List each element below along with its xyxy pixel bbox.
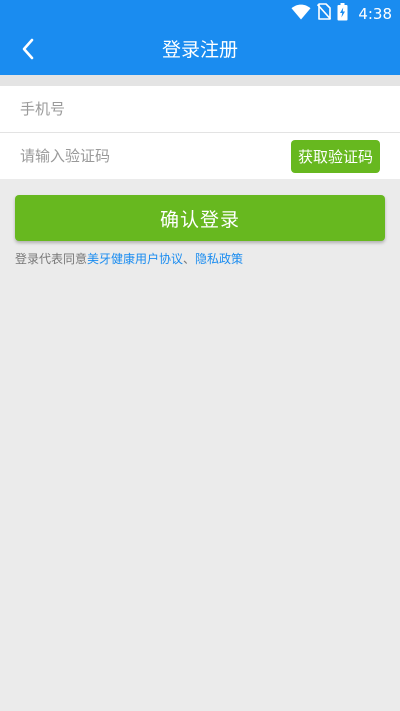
phone-row <box>0 86 400 132</box>
phone-input[interactable] <box>20 94 380 124</box>
battery-charging-icon <box>337 2 348 25</box>
status-icons: 4:38 <box>291 2 392 25</box>
header-divider <box>0 75 400 86</box>
status-bar: 4:38 <box>0 0 400 27</box>
back-button[interactable] <box>10 33 46 69</box>
agreement-prefix: 登录代表同意 <box>15 252 88 266</box>
login-form: 获取验证码 <box>0 86 400 179</box>
chevron-left-icon <box>21 38 35 64</box>
no-sim-icon <box>317 3 332 24</box>
confirm-login-button[interactable]: 确认登录 <box>15 195 385 241</box>
status-time: 4:38 <box>358 4 392 23</box>
agreement-separator: 、 <box>183 252 196 266</box>
app-bar: 登录注册 <box>0 27 400 75</box>
privacy-policy-link[interactable]: 隐私政策 <box>195 252 243 266</box>
wifi-icon <box>291 4 311 24</box>
user-agreement-link[interactable]: 美牙健康用户协议 <box>87 252 183 266</box>
get-code-button[interactable]: 获取验证码 <box>290 140 380 173</box>
page-title: 登录注册 <box>161 39 238 61</box>
agreement-text: 登录代表同意美牙健康用户协议、隐私政策 <box>15 250 243 267</box>
code-row: 获取验证码 <box>0 132 400 179</box>
